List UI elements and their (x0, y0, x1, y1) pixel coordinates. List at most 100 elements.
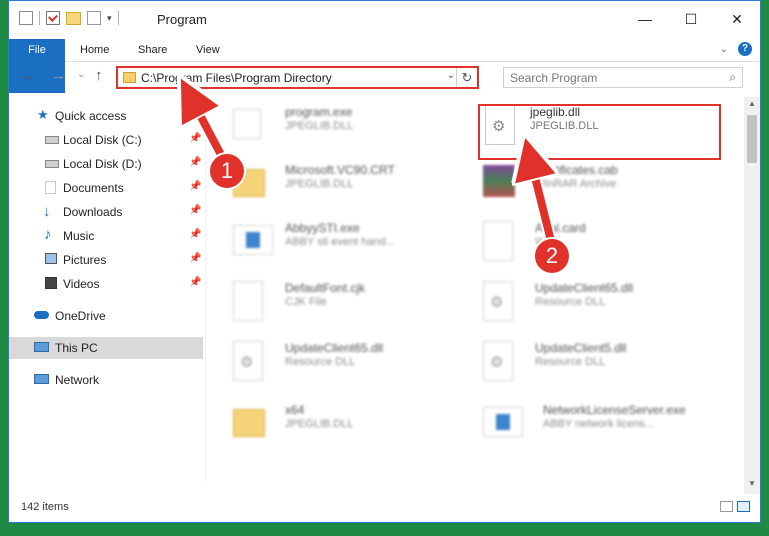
file-item[interactable]: program.exe JPEGLIB.DLL (209, 99, 449, 153)
sidebar-item-documents[interactable]: Documents 📌 (9, 177, 203, 199)
large-icons-view-icon[interactable] (737, 501, 750, 512)
pin-icon[interactable]: 📌 (189, 205, 201, 216)
forward-button[interactable]: → (51, 67, 66, 84)
sidebar-item-label: Videos (63, 277, 100, 291)
dll-icon: ⚙ (483, 281, 513, 321)
tab-share[interactable]: Share (138, 39, 167, 61)
sidebar-item-network[interactable]: Network (9, 369, 203, 391)
sidebar-item-label: Downloads (63, 205, 123, 219)
maximize-button[interactable]: ☐ (668, 1, 714, 37)
file-type: JPEGLIB.DLL (285, 418, 354, 430)
address-dropdown-icon[interactable]: ⌄ (447, 70, 455, 81)
file-item[interactable]: ⚙ UpdateClient65.dll Resource DLL (209, 335, 449, 389)
address-bar[interactable]: C:\Program Files\Program Directory ⌄ ↻ (116, 66, 479, 89)
caption-buttons: — ☐ ✕ (622, 1, 760, 37)
file-item[interactable]: NetworkLicenseServer.exe ABBY network li… (459, 397, 699, 451)
search-icon[interactable]: ⌕ (729, 70, 736, 85)
sidebar-item-local-disk-c[interactable]: Local Disk (C:) 📌 (9, 129, 203, 151)
toolbar-separator (39, 11, 40, 25)
folder-icon (123, 72, 136, 83)
address-path[interactable]: C:\Program Files\Program Directory (141, 71, 332, 85)
sidebar-item-onedrive[interactable]: OneDrive (9, 305, 203, 327)
folder-icon (233, 409, 265, 437)
file-type: CJK File (285, 296, 327, 308)
file-name: program.exe (285, 105, 353, 119)
navigation-pane: ★ Quick access Local Disk (C:) 📌 Local D… (9, 97, 203, 482)
pin-icon[interactable]: 📌 (189, 229, 201, 240)
minimize-button[interactable]: — (622, 1, 668, 37)
pin-icon[interactable]: 📌 (189, 253, 201, 264)
vertical-scrollbar[interactable]: ▲ ▼ (744, 97, 760, 495)
sidebar-item-this-pc[interactable]: This PC (9, 337, 203, 359)
file-type: Resource DLL (535, 296, 606, 308)
sidebar-item-videos[interactable]: Videos 📌 (9, 273, 203, 295)
sidebar-item-label: Network (55, 373, 100, 387)
file-type: Resource DLL (285, 356, 356, 368)
sidebar-item-label: Music (63, 229, 95, 243)
quick-access-toolbar: ▾ (19, 11, 119, 25)
file-item[interactable]: x64 JPEGLIB.DLL (209, 397, 449, 451)
tab-home[interactable]: Home (80, 39, 109, 61)
file-item[interactable]: Certificates.cab WinRAR Archive (459, 157, 699, 211)
file-name: DefaultFont.cjk (285, 281, 366, 295)
refresh-button[interactable]: ↻ (456, 68, 477, 87)
sidebar-item-local-disk-d[interactable]: Local Disk (D:) 📌 (9, 153, 203, 175)
sidebar-item-quick-access[interactable]: ★ Quick access (9, 105, 203, 127)
sidebar-item-label: Quick access (55, 109, 127, 123)
navigation-bar: ← → ⌄ ↑ C:\Program Files\Program Directo… (9, 63, 760, 93)
tab-view[interactable]: View (196, 39, 220, 61)
toolbar-dropdown-icon[interactable]: ▾ (107, 13, 112, 24)
search-input[interactable]: Search Program ⌕ (503, 67, 743, 88)
sidebar-item-music[interactable]: ♪ Music 📌 (9, 225, 203, 247)
exe-icon (233, 109, 261, 139)
back-button[interactable]: ← (21, 67, 36, 84)
file-name: x64 (285, 403, 305, 417)
file-name: UpdateClient65.dll (535, 281, 634, 295)
sidebar-item-downloads[interactable]: ↓ Downloads 📌 (9, 201, 203, 223)
explorer-window: ▾ Program — ☐ ✕ File Home Share View ⌄ ?… (8, 0, 761, 523)
document-icon (233, 281, 263, 321)
view-switcher (720, 501, 750, 512)
download-icon: ↓ (43, 203, 51, 220)
customize-view-icon[interactable] (87, 11, 101, 25)
close-button[interactable]: ✕ (714, 1, 760, 37)
properties-icon[interactable] (46, 11, 60, 25)
file-type: WinRAR Archive (535, 178, 617, 190)
sidebar-item-label: Documents (63, 181, 124, 195)
file-item[interactable]: DefaultFont.cjk CJK File (209, 275, 449, 329)
scroll-down-icon[interactable]: ▼ (744, 479, 760, 493)
file-name: AbbyySTI.exe (285, 221, 360, 235)
scroll-up-icon[interactable]: ▲ (744, 99, 760, 113)
pane-divider[interactable] (205, 97, 206, 482)
app-icon[interactable] (19, 11, 33, 25)
pin-icon[interactable]: 📌 (189, 133, 201, 144)
pin-icon[interactable]: 📌 (189, 277, 201, 288)
new-folder-icon[interactable] (66, 11, 81, 25)
sidebar-item-label: Local Disk (D:) (63, 157, 142, 171)
sidebar-item-pictures[interactable]: Pictures 📌 (9, 249, 203, 271)
dll-icon: ⚙ (483, 341, 513, 381)
file-item[interactable]: AbbyySTI.exe ABBY sti event hand... (209, 215, 449, 269)
drive-icon (45, 136, 59, 144)
status-bar: 142 items (9, 494, 760, 522)
file-item[interactable]: ⚙ UpdateClient65.dll Resource DLL (459, 275, 699, 329)
file-item[interactable]: ⚙ UpdateClient5.dll Resource DLL (459, 335, 699, 389)
exe-icon (233, 225, 273, 255)
file-item[interactable]: Arial.card W... (459, 215, 699, 269)
details-view-icon[interactable] (720, 501, 733, 512)
search-placeholder: Search Program (510, 71, 598, 85)
pin-icon[interactable]: 📌 (189, 157, 201, 168)
file-type: ABBY sti event hand... (285, 236, 395, 248)
scrollbar-thumb[interactable] (747, 115, 757, 163)
help-icon[interactable]: ? (738, 42, 752, 56)
expand-ribbon-icon[interactable]: ⌄ (720, 44, 728, 55)
file-type: Resource DLL (535, 356, 606, 368)
pin-icon[interactable]: 📌 (189, 181, 201, 192)
computer-icon (34, 342, 49, 352)
exe-icon (483, 407, 523, 437)
up-button[interactable]: ↑ (95, 67, 103, 84)
highlight-box (478, 104, 721, 160)
recent-locations-button[interactable]: ⌄ (77, 69, 85, 80)
sidebar-item-label: This PC (55, 341, 98, 355)
videos-icon (45, 277, 57, 289)
